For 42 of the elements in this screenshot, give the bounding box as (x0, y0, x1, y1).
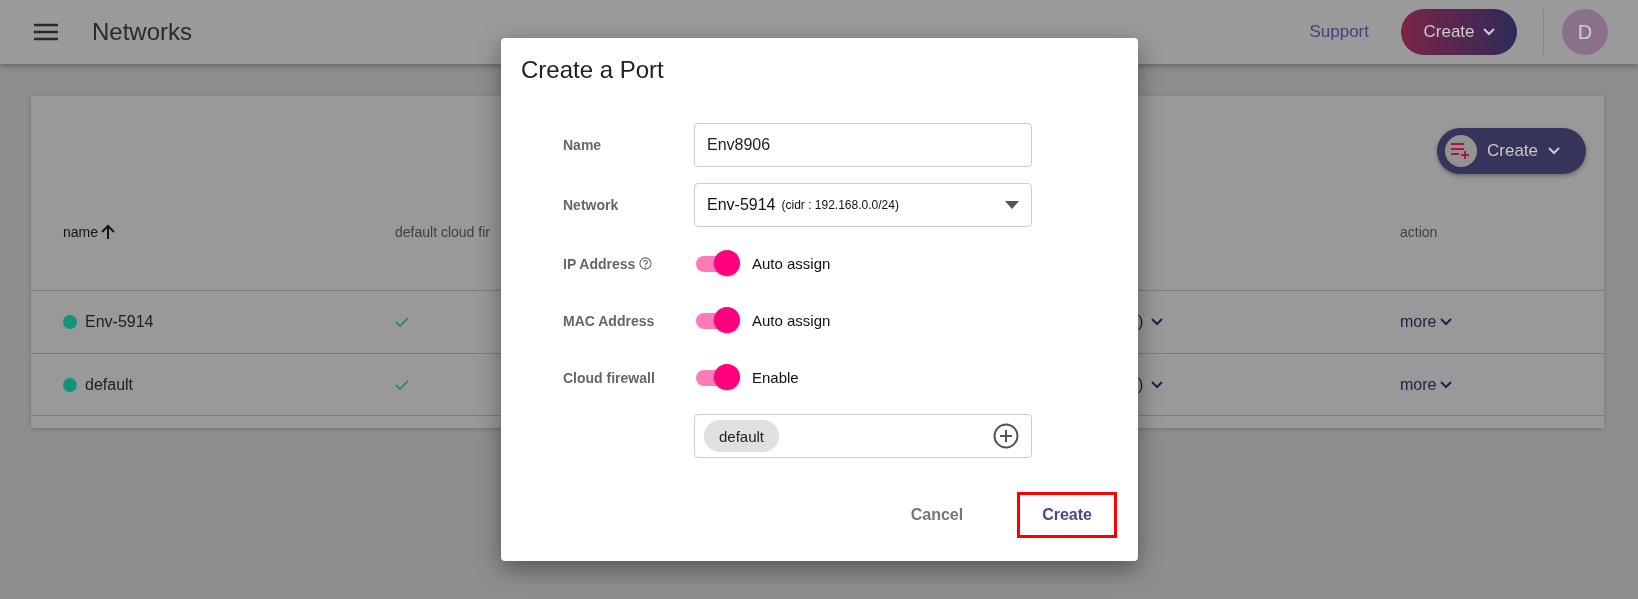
dialog-title: Create a Port (520, 55, 665, 85)
toggle-label: Auto assign (752, 255, 831, 272)
field-label: Name (563, 137, 602, 153)
name-field[interactable]: Env8906 (694, 123, 1032, 167)
network-select[interactable]: Env-5914 (cidr : 192.168.0.0/24) (694, 183, 1032, 227)
table-cell: ) (1138, 375, 1144, 394)
field-label: IP Address (563, 255, 653, 272)
chevron-down-icon (1440, 380, 1453, 389)
field-label: Cloud firewall (563, 369, 655, 386)
more-menu[interactable]: more (1400, 313, 1453, 331)
support-link[interactable]: Support (1309, 22, 1369, 42)
dropdown-caret-icon (1005, 201, 1019, 209)
add-icon[interactable] (993, 423, 1019, 449)
toggle-switch[interactable] (694, 249, 742, 278)
help-icon[interactable] (639, 257, 653, 270)
firewall-tags-field[interactable]: default (694, 414, 1032, 458)
chevron-down-icon (1548, 147, 1561, 155)
network-name: default (85, 375, 134, 394)
create-button[interactable]: Create (1437, 128, 1586, 174)
create-button[interactable]: Create (1017, 492, 1117, 538)
firewall-tag[interactable]: default (704, 420, 780, 452)
chevron-down-icon (1151, 318, 1164, 326)
page-title: Networks (92, 18, 194, 46)
field-label: Network (563, 197, 619, 213)
cancel-button[interactable]: Cancel (910, 492, 964, 538)
more-menu[interactable]: more (1400, 375, 1453, 394)
toggle-label: Enable (752, 369, 799, 386)
create-button[interactable]: Create (1401, 9, 1517, 55)
playlist-add-icon (1445, 135, 1477, 167)
toggle-switch[interactable] (694, 363, 742, 392)
chevron-down-icon (1151, 380, 1164, 389)
chevron-down-icon (1482, 28, 1495, 36)
table-cell: ) (1138, 313, 1144, 331)
network-name: Env-5914 (85, 313, 154, 331)
toggle-label: Auto assign (752, 312, 831, 329)
column-header[interactable]: name (63, 224, 116, 240)
chevron-down-icon (1440, 318, 1453, 326)
column-header[interactable]: action (1400, 224, 1438, 240)
menu-icon[interactable] (34, 23, 58, 41)
field-label: MAC Address (563, 312, 655, 329)
column-header[interactable]: default cloud fir (395, 224, 490, 240)
toggle-switch[interactable] (694, 306, 742, 335)
